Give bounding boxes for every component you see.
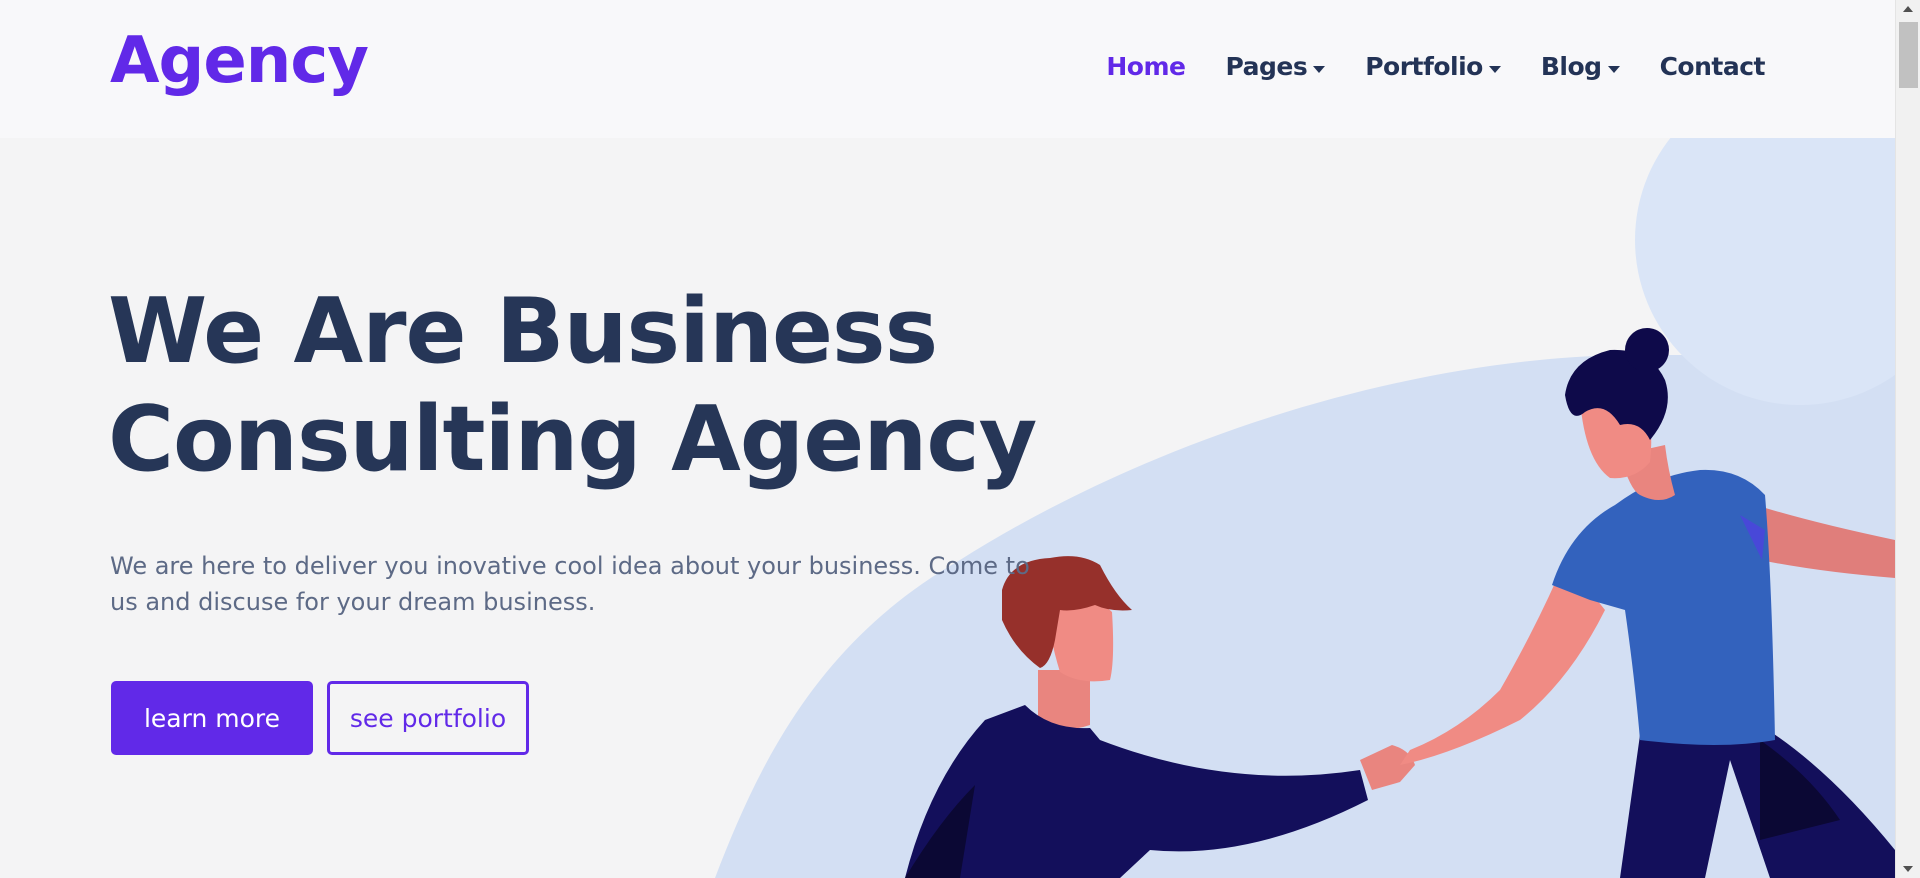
nav-item-pages[interactable]: Pages xyxy=(1225,52,1326,81)
see-portfolio-button[interactable]: see portfolio xyxy=(327,681,529,755)
page-viewport: Agency Home Pages Portfolio Blog Contact… xyxy=(0,0,1895,878)
nav-item-label: Portfolio xyxy=(1365,52,1483,81)
site-header: Agency Home Pages Portfolio Blog Contact xyxy=(0,0,1895,138)
nav-item-label: Blog xyxy=(1540,52,1602,81)
hero-title-line-1: We Are Business xyxy=(108,279,938,384)
caret-down-icon xyxy=(1488,66,1501,73)
main-nav: Home Pages Portfolio Blog Contact xyxy=(1106,52,1765,81)
scroll-thumb[interactable] xyxy=(1899,22,1918,88)
nav-item-home[interactable]: Home xyxy=(1106,52,1186,81)
nav-item-blog[interactable]: Blog xyxy=(1541,52,1620,81)
nav-item-label: Pages xyxy=(1225,52,1308,81)
scroll-up-icon[interactable] xyxy=(1903,6,1913,12)
nav-item-label: Contact xyxy=(1659,52,1766,81)
hero-title-line-2: Consulting Agency xyxy=(108,387,1037,492)
hero-description: We are here to deliver you inovative coo… xyxy=(110,552,1030,616)
caret-down-icon xyxy=(1607,66,1620,73)
brand-logo[interactable]: Agency xyxy=(110,24,369,98)
nav-item-label: Home xyxy=(1106,52,1186,81)
scroll-down-icon[interactable] xyxy=(1903,866,1913,872)
nav-item-contact[interactable]: Contact xyxy=(1659,52,1766,81)
nav-item-portfolio[interactable]: Portfolio xyxy=(1365,52,1501,81)
vertical-scrollbar[interactable] xyxy=(1895,0,1920,878)
caret-down-icon xyxy=(1313,66,1326,73)
learn-more-button[interactable]: learn more xyxy=(111,681,313,755)
hero-title: We Are Business Consulting Agency xyxy=(108,278,1037,494)
